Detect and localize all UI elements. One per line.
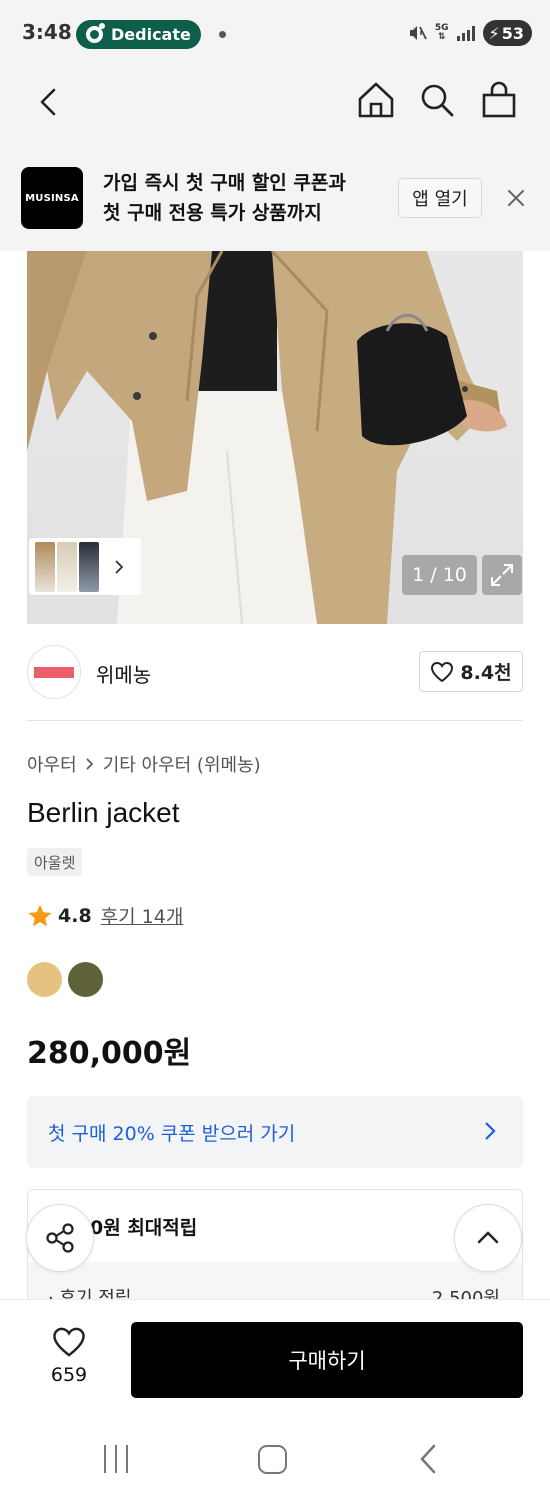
product-like-button[interactable]: 659 — [40, 1326, 98, 1386]
rating-row: 4.8 후기 14개 — [27, 902, 183, 929]
promo-line-2: 첫 구매 전용 특가 상품까지 — [103, 202, 322, 224]
system-back-icon[interactable] — [414, 1443, 442, 1475]
open-app-button[interactable]: 앱 열기 — [398, 178, 482, 218]
color-swatch-olive[interactable] — [68, 962, 103, 997]
brand-name[interactable]: 위메농 — [96, 659, 151, 688]
outlet-badge: 아울렛 — [27, 848, 83, 876]
notification-pill[interactable]: Dedicate — [76, 20, 201, 49]
coupon-label: 첫 구매 20% 쿠폰 받으러 가기 — [48, 1123, 296, 1145]
home-icon[interactable] — [356, 80, 396, 120]
close-icon[interactable] — [504, 186, 528, 210]
breadcrumb: 아우터 기타 아우터 (위메농) — [27, 751, 261, 777]
status-icons: 5G ⇅ ⚡ 53 — [407, 20, 532, 46]
chevron-right-icon[interactable] — [111, 559, 127, 575]
shopping-bag-icon[interactable] — [479, 80, 519, 120]
promo-line-1: 가입 즉시 첫 구매 할인 쿠폰과 — [103, 172, 346, 194]
chevron-up-icon — [477, 1231, 499, 1244]
thumbnail-3[interactable] — [79, 541, 99, 592]
status-bar: 3:48 Dedicate 5G ⇅ ⚡ 53 — [0, 0, 550, 68]
reviews-link[interactable]: 후기 14개 — [101, 902, 184, 929]
battery-level: 53 — [501, 23, 524, 43]
chevron-right-icon — [485, 1122, 496, 1140]
thumbnail-strip[interactable] — [29, 538, 141, 595]
mute-icon — [409, 26, 427, 40]
brand-logo[interactable] — [27, 645, 81, 699]
thumbnail-1[interactable] — [35, 541, 55, 592]
charging-bolt-icon: ⚡ — [488, 23, 500, 43]
home-button-icon[interactable] — [258, 1445, 287, 1474]
musinsa-logo: MUSINSA — [21, 167, 83, 229]
back-icon[interactable] — [30, 82, 70, 122]
heart-icon — [53, 1327, 85, 1357]
signal-icon — [456, 25, 475, 41]
battery-indicator: ⚡ 53 — [482, 20, 532, 46]
breadcrumb-subcategory[interactable]: 기타 아우터 (위메농) — [103, 751, 261, 777]
rating-score: 4.8 — [58, 904, 92, 927]
points-title: 0원 최대적립 — [90, 1217, 198, 1239]
divider — [27, 720, 523, 721]
network-icon: 5G ⇅ — [435, 24, 449, 42]
product-image[interactable]: 1 / 10 — [27, 251, 523, 624]
recents-icon[interactable] — [104, 1445, 134, 1473]
brand-like-button[interactable]: 8.4천 — [419, 651, 523, 692]
buy-button[interactable]: 구매하기 — [131, 1322, 523, 1398]
data-arrows-icon: ⇅ — [437, 32, 446, 42]
promo-text: 가입 즉시 첫 구매 할인 쿠폰과 첫 구매 전용 특가 상품까지 — [103, 168, 346, 228]
share-icon — [46, 1223, 74, 1253]
thumbnail-2[interactable] — [57, 541, 77, 592]
product-like-count: 659 — [50, 1364, 88, 1386]
notification-app-icon — [86, 23, 105, 43]
notification-label: Dedicate — [111, 25, 191, 44]
image-counter: 1 / 10 — [402, 555, 477, 595]
first-purchase-coupon-banner[interactable]: 첫 구매 20% 쿠폰 받으러 가기 — [27, 1096, 523, 1168]
color-swatch-beige[interactable] — [27, 962, 62, 997]
search-icon[interactable] — [417, 80, 457, 120]
share-button[interactable] — [26, 1204, 94, 1272]
system-navigation-bar — [0, 1421, 550, 1500]
top-navigation — [0, 68, 550, 146]
expand-button[interactable] — [482, 555, 522, 595]
status-time: 3:48 — [22, 20, 72, 44]
product-title: Berlin jacket — [27, 797, 180, 828]
breadcrumb-category[interactable]: 아우터 — [27, 751, 77, 777]
expand-icon — [491, 564, 513, 586]
product-price: 280,000원 — [27, 1036, 192, 1071]
star-icon — [28, 904, 52, 926]
chevron-right-icon — [86, 758, 93, 770]
notification-dot-icon — [219, 31, 226, 38]
heart-icon — [431, 661, 454, 682]
app-promo-banner: MUSINSA 가입 즉시 첫 구매 할인 쿠폰과 첫 구매 전용 특가 상품까… — [0, 146, 550, 251]
scroll-to-top-button[interactable] — [454, 1204, 522, 1272]
bottom-action-bar: 659 구매하기 — [0, 1299, 550, 1421]
brand-like-count: 8.4천 — [460, 662, 512, 684]
